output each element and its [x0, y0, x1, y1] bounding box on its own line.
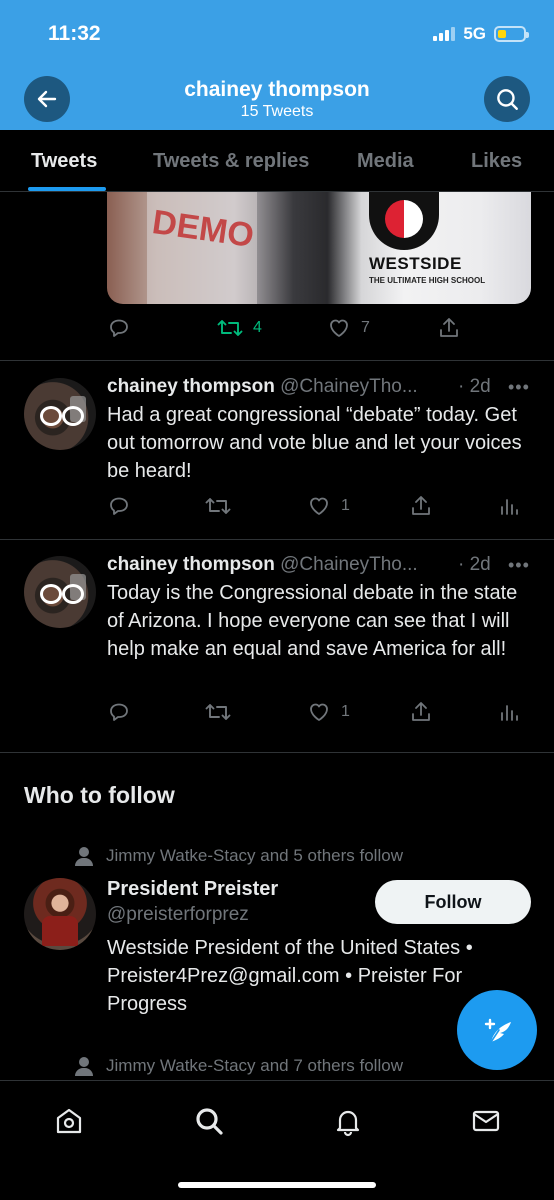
reply-icon — [110, 703, 128, 721]
nav-search[interactable] — [189, 1101, 229, 1141]
social-context-text: Jimmy Watke-Stacy and 7 others follow — [106, 1056, 403, 1075]
avatar[interactable] — [24, 378, 96, 450]
analytics-button[interactable] — [497, 494, 521, 518]
avatar[interactable] — [24, 878, 96, 950]
analytics-icon — [501, 705, 518, 721]
tab-tweets-and-replies[interactable]: Tweets & replies — [153, 150, 309, 173]
tab-tweets[interactable]: Tweets — [31, 150, 97, 173]
compose-feather-icon — [484, 1018, 511, 1043]
battery-icon — [494, 26, 529, 42]
like-count: 1 — [341, 497, 350, 514]
suggested-user-name[interactable]: President Preister — [107, 878, 278, 901]
reply-button[interactable] — [107, 316, 131, 340]
profile-tabs: Tweets Tweets & replies Media Likes — [0, 130, 554, 192]
tab-media[interactable]: Media — [357, 150, 414, 173]
profile-name-title: chainey thompson — [184, 78, 370, 101]
share-button[interactable] — [409, 494, 433, 518]
tweet-author-handle[interactable]: @ChaineyTho... — [280, 554, 418, 575]
nav-messages[interactable] — [466, 1101, 506, 1141]
suggested-user-bio: Westside President of the United States … — [107, 937, 473, 1015]
profile-header: 11:32 5G chainey thompson 15 Tweets — [0, 0, 554, 130]
tweet-author-name[interactable]: chainey thompson — [107, 554, 275, 575]
person-icon — [74, 846, 94, 866]
heart-icon — [330, 319, 348, 337]
tweet-timestamp[interactable]: · 2d — [458, 376, 491, 398]
social-context-text: Jimmy Watke-Stacy and 5 others follow — [106, 846, 403, 865]
avatar[interactable] — [24, 556, 96, 628]
retweet-icon — [217, 320, 243, 336]
divider — [0, 539, 554, 540]
tweet-count: 15 Tweets — [240, 103, 314, 120]
header-title-block: chainey thompson 15 Tweets — [0, 78, 554, 121]
like-count: 7 — [361, 319, 370, 336]
tweet-timestamp[interactable]: · 2d — [458, 554, 491, 576]
who-to-follow-title: Who to follow — [24, 782, 175, 808]
tweet-actions: 1 — [107, 700, 527, 730]
retweet-button[interactable]: 4 — [217, 316, 262, 340]
social-context: Jimmy Watke-Stacy and 7 others follow — [74, 1056, 403, 1076]
like-button[interactable]: 7 — [327, 316, 370, 340]
tweet-actions: 1 — [107, 494, 527, 524]
like-button[interactable]: 1 — [307, 494, 350, 518]
retweet-icon — [205, 498, 231, 514]
photo-school-text: WESTSIDE — [369, 254, 462, 273]
like-count: 1 — [341, 703, 350, 720]
nav-home[interactable] — [49, 1101, 89, 1141]
heart-icon — [310, 497, 328, 515]
search-button[interactable] — [484, 76, 530, 122]
search-icon — [196, 1108, 223, 1135]
tweet-actions: 4 7 — [107, 316, 527, 346]
home-indicator — [178, 1182, 376, 1188]
signal-icon — [433, 27, 456, 41]
retweet-button[interactable] — [205, 700, 231, 724]
network-label: 5G — [463, 24, 486, 43]
more-options-icon[interactable]: ••• — [508, 555, 530, 576]
suggested-user-handle[interactable]: @preisterforprez — [107, 904, 249, 926]
person-icon — [74, 1056, 94, 1076]
like-button[interactable]: 1 — [307, 700, 350, 724]
tweet-header: chainey thompson @ChaineyTho... — [107, 554, 418, 576]
reply-icon — [110, 497, 128, 515]
divider — [0, 752, 554, 753]
follow-button[interactable]: Follow — [375, 880, 531, 924]
photo-logo — [369, 192, 439, 250]
retweet-icon — [205, 704, 231, 720]
notifications-bell-icon — [336, 1110, 360, 1137]
tweet-header: chainey thompson @ChaineyTho... — [107, 376, 418, 398]
share-icon — [412, 496, 430, 515]
tweet-text: Today is the Congressional debate in the… — [107, 582, 518, 660]
divider — [0, 360, 554, 361]
photo-motto-text: THE ULTIMATE HIGH SCHOOL — [369, 276, 486, 285]
retweet-button[interactable] — [205, 494, 231, 518]
reply-icon — [110, 319, 128, 337]
reply-button[interactable] — [107, 494, 131, 518]
search-icon — [497, 89, 518, 110]
more-options-icon[interactable]: ••• — [508, 377, 530, 398]
active-tab-indicator — [28, 187, 106, 191]
tweet-author-handle[interactable]: @ChaineyTho... — [280, 376, 418, 397]
status-time: 11:32 — [48, 22, 101, 45]
tweet-author-name[interactable]: chainey thompson — [107, 376, 275, 397]
share-button[interactable] — [437, 316, 461, 340]
heart-icon — [310, 703, 328, 721]
compose-tweet-button[interactable] — [457, 990, 537, 1070]
nav-notifications[interactable] — [328, 1101, 368, 1141]
reply-button[interactable] — [107, 700, 131, 724]
status-indicators: 5G — [433, 24, 529, 44]
home-icon — [56, 1108, 82, 1134]
share-icon — [440, 318, 458, 337]
social-context: Jimmy Watke-Stacy and 5 others follow — [74, 846, 403, 866]
tab-likes[interactable]: Likes — [471, 150, 522, 173]
share-button[interactable] — [409, 700, 433, 724]
messages-envelope-icon — [472, 1110, 500, 1132]
analytics-button[interactable] — [497, 700, 521, 724]
tweet-text: Had a great congressional “debate” today… — [107, 404, 522, 482]
retweet-count: 4 — [253, 319, 262, 336]
share-icon — [412, 702, 430, 721]
tweet-photo[interactable]: DEMO WESTSIDE THE ULTIMATE HIGH SCHOOL — [107, 192, 531, 304]
analytics-icon — [501, 499, 518, 515]
